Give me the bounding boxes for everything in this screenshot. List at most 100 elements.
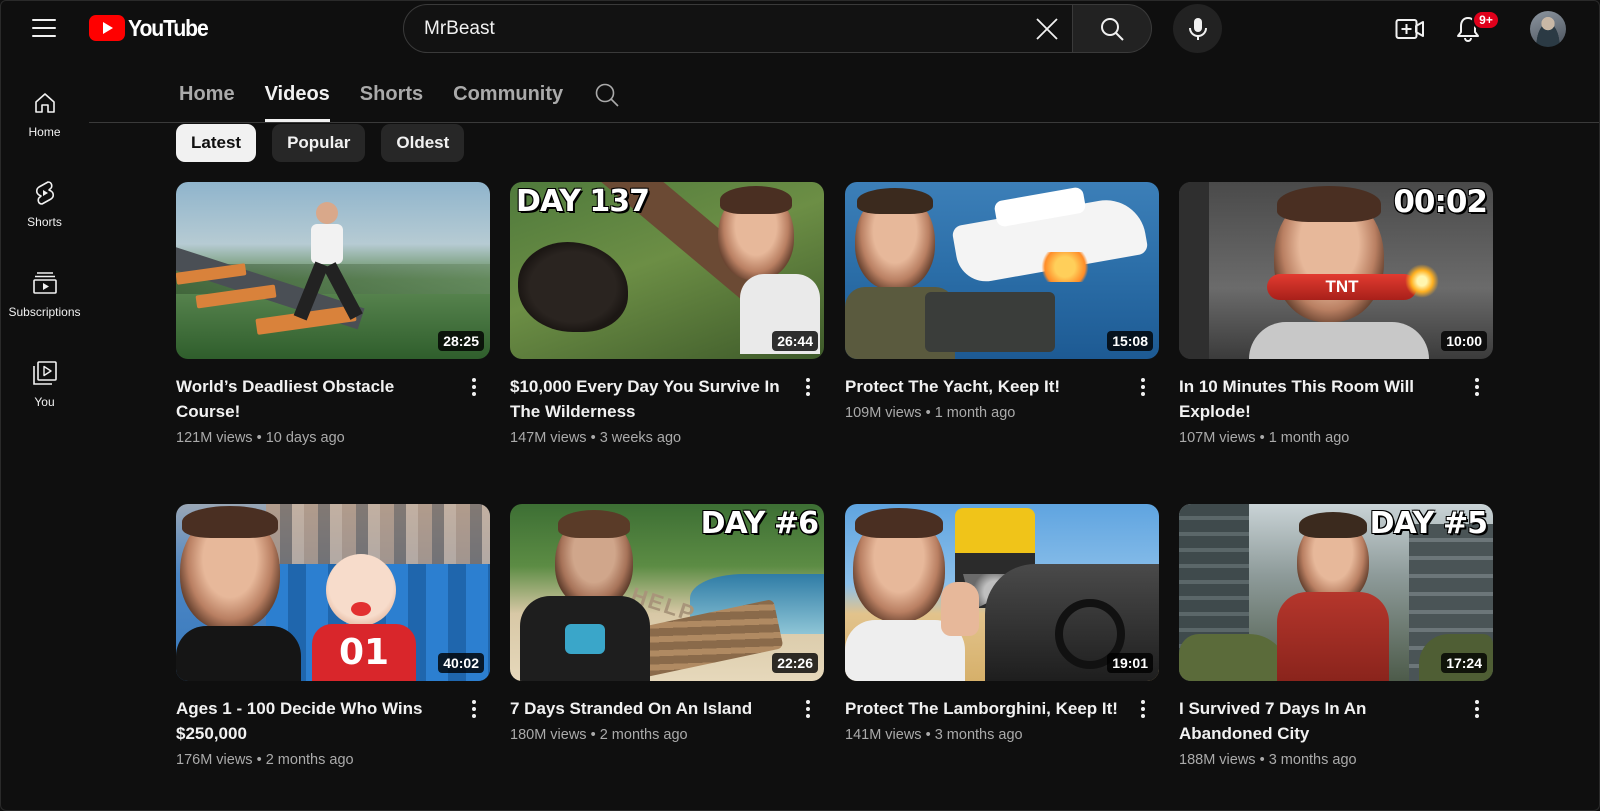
home-icon (32, 90, 58, 116)
video-thumbnail[interactable]: 19:01 (845, 504, 1159, 681)
sidebar-item-label: Subscriptions (8, 305, 81, 319)
video-title[interactable]: In 10 Minutes This Room Will Explode! (1179, 374, 1459, 424)
channel-search-button[interactable] (594, 82, 620, 108)
video-thumbnail[interactable]: 15:08 (845, 182, 1159, 359)
view-count: 121M views (176, 430, 253, 446)
stat-separator: • (590, 430, 596, 446)
stat-separator: • (256, 430, 262, 446)
video-title[interactable]: Ages 1 - 100 Decide Who Wins $250,000 (176, 696, 456, 746)
video-thumbnail[interactable]: TNT 00:02 10:00 (1179, 182, 1493, 359)
thumbnail-overlay-text: DAY 137 (516, 184, 650, 219)
video-thumbnail[interactable]: DAY 137 26:44 (510, 182, 824, 359)
more-actions-button[interactable] (796, 696, 820, 722)
microphone-icon (1188, 17, 1207, 40)
upload-age: 3 weeks ago (599, 430, 682, 446)
stat-separator: • (1259, 430, 1265, 446)
create-button[interactable] (1392, 11, 1428, 47)
stat-separator: • (925, 405, 931, 421)
thumbnail-overlay-text: DAY #6 (700, 506, 819, 541)
stat-separator: • (256, 752, 262, 768)
more-actions-button[interactable] (796, 374, 820, 400)
video-card[interactable]: TNT 00:02 10:00 In 10 Minutes This Room … (1179, 182, 1493, 446)
youtube-logo[interactable]: YouTube (89, 14, 215, 42)
video-thumbnail[interactable]: 28:25 (176, 182, 490, 359)
more-vert-icon (1141, 378, 1145, 382)
clear-search-button[interactable] (1022, 4, 1072, 53)
video-duration: 17:24 (1441, 653, 1487, 673)
chip-popular[interactable]: Popular (272, 124, 366, 162)
sidebar-item-label: You (34, 395, 55, 409)
video-title[interactable]: 7 Days Stranded On An Island (510, 696, 790, 721)
account-avatar[interactable] (1530, 11, 1566, 47)
chip-oldest[interactable]: Oldest (381, 124, 465, 162)
upload-age: 2 months ago (599, 727, 688, 743)
more-actions-button[interactable] (1131, 696, 1155, 722)
chip-latest[interactable]: Latest (176, 124, 257, 162)
tab-shorts[interactable]: Shorts (360, 80, 423, 122)
sidebar-item-label: Home (28, 125, 61, 139)
create-video-icon (1395, 19, 1424, 39)
notification-count-badge: 9+ (1472, 10, 1500, 30)
sidebar-item-you[interactable]: You (0, 360, 89, 430)
video-card[interactable]: DAY #5 17:24 I Survived 7 Days In An Aba… (1179, 504, 1493, 768)
view-count: 109M views (845, 405, 922, 421)
more-actions-button[interactable] (1131, 374, 1155, 400)
video-title[interactable]: World’s Deadliest Obstacle Course! (176, 374, 456, 424)
video-thumbnail[interactable]: DAY #5 17:24 (1179, 504, 1493, 681)
video-stats: 188M views • 3 months ago (1179, 752, 1459, 768)
search-box (403, 4, 1073, 53)
video-thumbnail[interactable]: HELP DAY #6 22:26 (510, 504, 824, 681)
you-icon (32, 360, 58, 386)
upload-age: 3 months ago (934, 727, 1023, 743)
stat-separator: • (925, 727, 931, 743)
video-card[interactable]: 01 40:02 Ages 1 - 100 Decide Who Wins $2… (176, 504, 490, 768)
more-actions-button[interactable] (462, 696, 486, 722)
view-count: 176M views (176, 752, 253, 768)
more-actions-button[interactable] (462, 374, 486, 400)
stat-separator: • (1259, 752, 1265, 768)
video-card[interactable]: 28:25 World’s Deadliest Obstacle Course!… (176, 182, 490, 446)
video-title[interactable]: I Survived 7 Days In An Abandoned City (1179, 696, 1459, 746)
sidebar-item-home[interactable]: Home (0, 90, 89, 160)
video-duration: 10:00 (1441, 331, 1487, 351)
video-title[interactable]: Protect The Yacht, Keep It! (845, 374, 1125, 399)
sidebar-item-shorts[interactable]: Shorts (0, 180, 89, 250)
video-duration: 28:25 (438, 331, 484, 351)
hamburger-menu-button[interactable] (28, 12, 60, 44)
video-thumbnail[interactable]: 01 40:02 (176, 504, 490, 681)
tab-community[interactable]: Community (453, 80, 563, 122)
video-card[interactable]: DAY 137 26:44 $10,000 Every Day You Surv… (510, 182, 824, 446)
sidebar-item-subscriptions[interactable]: Subscriptions (0, 270, 89, 340)
upload-age: 2 months ago (265, 752, 354, 768)
more-actions-button[interactable] (1465, 374, 1489, 400)
video-duration: 22:26 (772, 653, 818, 673)
video-card[interactable]: 19:01 Protect The Lamborghini, Keep It! … (845, 504, 1159, 743)
video-card[interactable]: HELP DAY #6 22:26 7 Days Stranded On An … (510, 504, 824, 743)
thumbnail-overlay-text: 00:02 (1393, 184, 1488, 220)
search-icon (595, 83, 619, 107)
more-actions-button[interactable] (1465, 696, 1489, 722)
tnt-label: TNT (1325, 277, 1359, 296)
more-vert-icon (806, 378, 810, 382)
shorts-icon (32, 180, 58, 206)
sidebar-item-label: Shorts (27, 215, 62, 229)
video-title[interactable]: Protect The Lamborghini, Keep It! (845, 696, 1125, 721)
more-vert-icon (806, 700, 810, 704)
video-stats: 121M views • 10 days ago (176, 430, 456, 446)
tab-videos[interactable]: Videos (264, 80, 331, 122)
search-input[interactable] (404, 5, 1022, 52)
view-count: 141M views (845, 727, 922, 743)
channel-tabs: Home Videos Shorts Community (179, 80, 593, 122)
video-duration: 40:02 (438, 653, 484, 673)
video-card[interactable]: 15:08 Protect The Yacht, Keep It! 109M v… (845, 182, 1159, 421)
search-button[interactable] (1073, 4, 1152, 53)
video-title[interactable]: $10,000 Every Day You Survive In The Wil… (510, 374, 790, 424)
voice-search-button[interactable] (1173, 4, 1222, 53)
video-duration: 19:01 (1107, 653, 1153, 673)
tab-home[interactable]: Home (179, 80, 235, 122)
upload-age: 3 months ago (1268, 752, 1357, 768)
sort-chips: Latest Popular Oldest (176, 124, 465, 162)
view-count: 188M views (1179, 752, 1256, 768)
video-stats: 147M views • 3 weeks ago (510, 430, 790, 446)
more-vert-icon (1475, 378, 1479, 382)
